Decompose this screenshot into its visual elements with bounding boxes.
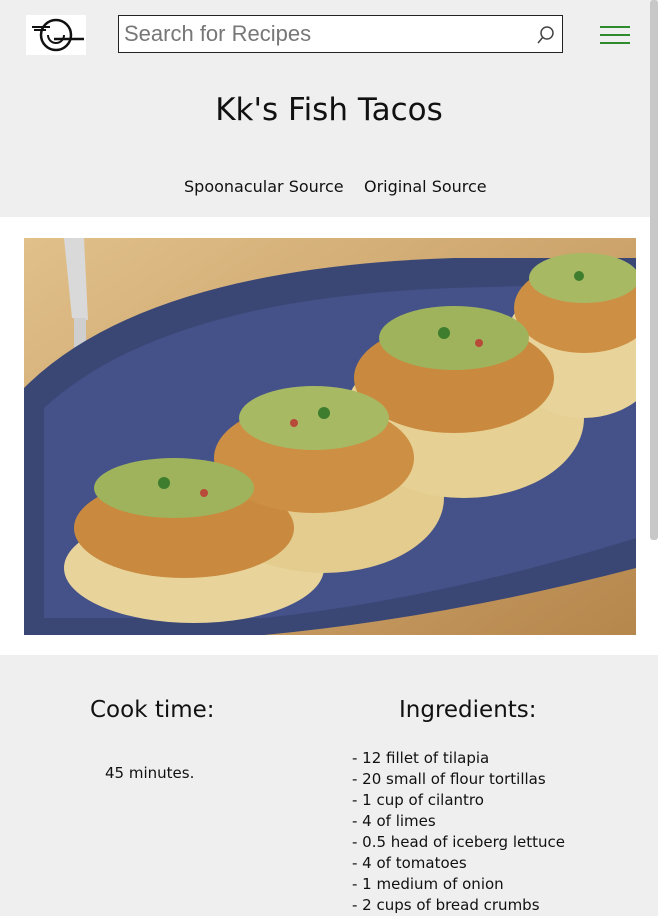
ingredient-item: - 1 cup of cilantro — [352, 791, 484, 809]
recipe-title: Kk's Fish Tacos — [215, 92, 443, 128]
spoonacular-source-link[interactable]: Spoonacular Source — [184, 177, 344, 196]
image-section — [0, 217, 658, 655]
search-box[interactable] — [118, 15, 563, 53]
plate-fork-logo-icon — [32, 18, 84, 52]
ingredient-item: - 12 fillet of tilapia — [352, 749, 490, 767]
site-logo[interactable] — [26, 15, 86, 55]
ingredient-item: - 0.5 head of iceberg lettuce — [352, 833, 565, 851]
ingredients-label: Ingredients: — [399, 697, 537, 723]
magnifier-icon[interactable] — [536, 25, 556, 45]
scrollbar[interactable] — [650, 0, 658, 540]
ingredient-item: - 4 of limes — [352, 812, 436, 830]
cook-time-label: Cook time: — [90, 697, 215, 723]
ingredient-item: - 2 cups of bread crumbs — [352, 896, 540, 914]
original-source-link[interactable]: Original Source — [364, 177, 487, 196]
ingredient-item: - 20 small of flour tortillas — [352, 770, 546, 788]
hamburger-menu-icon[interactable] — [600, 26, 630, 46]
menu-bar — [600, 34, 630, 36]
menu-bar — [600, 42, 630, 44]
header: Kk's Fish Tacos Spoonacular Source Origi… — [0, 0, 658, 217]
ingredients-list: - 12 fillet of tilapia - 20 small of flo… — [352, 748, 565, 916]
menu-bar — [600, 26, 630, 28]
recipe-details: Cook time: 45 minutes. Ingredients: - 12… — [0, 655, 658, 915]
recipe-photo — [24, 238, 636, 635]
search-input[interactable] — [119, 16, 529, 52]
ingredient-item: - 4 of tomatoes — [352, 854, 467, 872]
cook-time-value: 45 minutes. — [105, 764, 195, 782]
ingredient-item: - 1 medium of onion — [352, 875, 504, 893]
